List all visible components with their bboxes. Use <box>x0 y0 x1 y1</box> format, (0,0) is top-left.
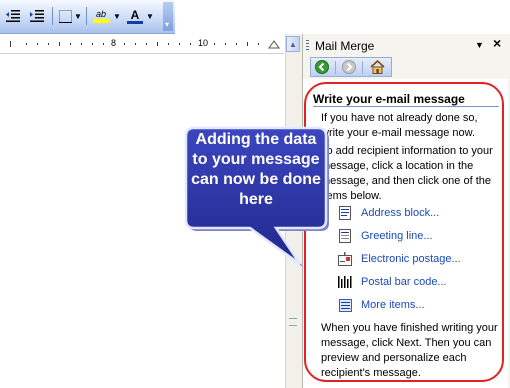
borders-icon[interactable] <box>57 6 73 26</box>
task-pane-menu-icon[interactable]: ▼ <box>475 40 484 50</box>
highlight-icon: ab <box>95 9 106 19</box>
highlight-button[interactable]: ab <box>90 6 112 26</box>
font-color-icon: A <box>130 7 140 22</box>
font-color-button[interactable]: A <box>125 6 145 26</box>
formatting-toolbar: ▼ ab ▼ A ▼ ▾ <box>0 0 510 34</box>
toolbar-separator <box>52 7 53 25</box>
ruler-label: 10 <box>198 38 209 48</box>
right-indent-marker[interactable] <box>268 39 280 49</box>
font-color-swatch <box>127 20 143 24</box>
close-icon[interactable]: × <box>493 35 501 51</box>
pane-grip[interactable] <box>306 40 309 52</box>
decrease-indent-icon[interactable] <box>4 6 22 26</box>
back-icon[interactable] <box>314 60 330 74</box>
font-color-dropdown-arrow[interactable]: ▼ <box>145 6 155 26</box>
borders-dropdown-arrow[interactable]: ▼ <box>73 6 83 26</box>
highlight-dropdown-arrow[interactable]: ▼ <box>112 6 122 26</box>
home-icon[interactable] <box>369 60 385 74</box>
callout-text: Adding the data to your message can now … <box>191 131 321 208</box>
highlight-outline <box>304 82 504 382</box>
toolbar-options-grip[interactable]: ▾ <box>163 2 173 31</box>
scroll-thumb-grip[interactable] <box>289 318 297 326</box>
scroll-up-button[interactable]: ▲ <box>286 36 300 52</box>
increase-indent-icon[interactable] <box>28 6 46 26</box>
task-pane-title: Mail Merge <box>315 39 375 53</box>
task-pane-title-bar: Mail Merge ▼ × <box>303 35 508 56</box>
toolbar-separator <box>86 7 87 25</box>
forward-icon[interactable] <box>341 60 357 74</box>
ruler-label: 8 <box>111 38 117 48</box>
highlight-color-swatch <box>93 19 109 23</box>
task-pane-nav-bar <box>310 57 392 77</box>
horizontal-ruler: 8 10 <box>0 35 284 54</box>
